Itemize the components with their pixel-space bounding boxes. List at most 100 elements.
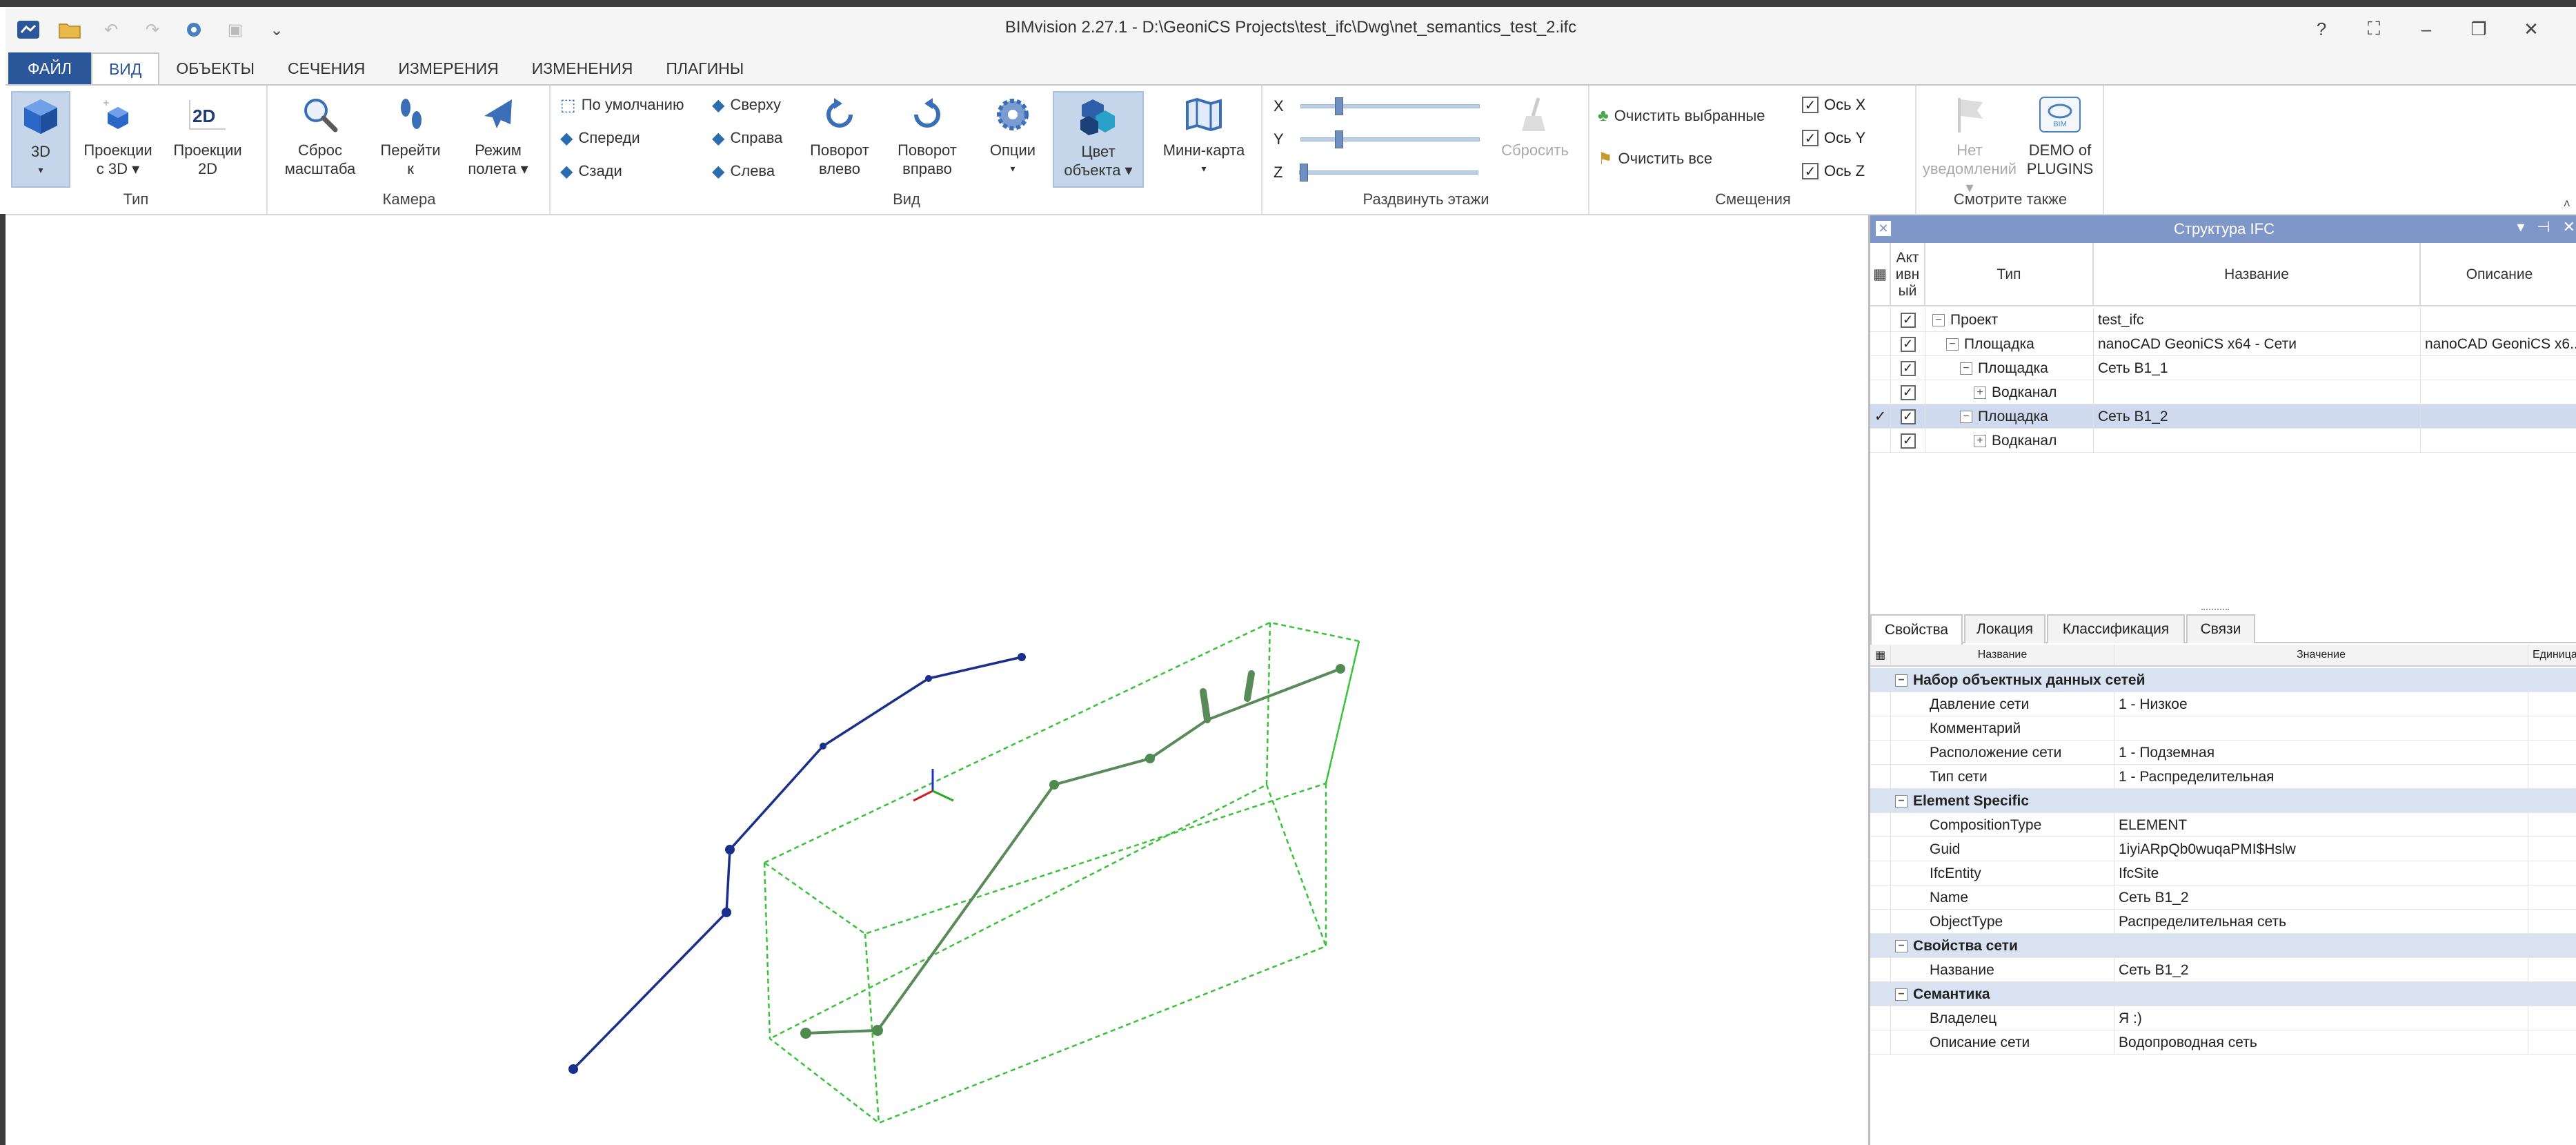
expand-toggle-icon[interactable]: + (1974, 434, 1986, 447)
tab-changes[interactable]: ИЗМЕНЕНИЯ (515, 52, 650, 84)
panel-dropdown-icon[interactable]: ▾ (2517, 218, 2524, 236)
ifc-tree-row[interactable]: ✓ + Водканал (1870, 380, 2576, 404)
expand-toggle-icon[interactable]: + (1974, 386, 1986, 399)
reset-zoom-button[interactable]: Сброс масштаба (277, 91, 363, 178)
slider-z-thumb[interactable] (1300, 164, 1309, 182)
active-checkbox[interactable]: ✓ (1900, 312, 1916, 328)
rotate-right-button[interactable]: Поворот вправо (886, 91, 969, 178)
props-col-unit[interactable]: Единица (2528, 645, 2576, 665)
active-checkbox[interactable]: ✓ (1900, 433, 1916, 449)
projections-2d-button[interactable]: 2D Проекции 2D (167, 91, 248, 178)
property-row[interactable]: ObjectType Распределительная сеть (1870, 910, 2576, 934)
axis-y-checkbox[interactable]: ✓ Ось Y (1802, 124, 1865, 152)
slider-x[interactable]: X (1274, 91, 1480, 121)
view-back-button[interactable]: ◆ Сзади (560, 157, 622, 185)
restore-icon[interactable]: ❐ (2461, 14, 2496, 44)
tab-location[interactable]: Локация (1964, 614, 2045, 643)
clear-all-button[interactable]: ⚑ Очистить все (1598, 145, 1712, 173)
view-front-button[interactable]: ◆ Спереди (560, 124, 640, 152)
property-row[interactable]: Давление сети 1 - Низкое (1870, 692, 2576, 716)
reset-floors-button[interactable]: Сбросить (1493, 91, 1577, 159)
property-row[interactable]: Расположение сети 1 - Подземная (1870, 741, 2576, 765)
slider-y[interactable]: Y (1274, 124, 1480, 155)
network-b1-1-node[interactable] (820, 743, 826, 750)
network-b1-1-node[interactable] (925, 675, 932, 682)
network-b1-2-node[interactable] (1145, 754, 1155, 763)
expand-toggle-icon[interactable]: − (1960, 362, 1972, 375)
props-column-chooser-icon[interactable]: ▦ (1870, 645, 1891, 665)
tab-file[interactable]: ФАЙЛ (8, 52, 91, 84)
panel-autohide-icon[interactable]: ⊣ (2537, 218, 2550, 236)
property-category-row[interactable]: − Семантика (1870, 982, 2576, 1006)
property-row[interactable]: Владелец Я :) (1870, 1006, 2576, 1030)
minimap-button[interactable]: Мини-карта ▾ (1153, 91, 1254, 178)
property-row[interactable]: Тип сети 1 - Распределительная (1870, 765, 2576, 789)
active-checkbox[interactable]: ✓ (1900, 336, 1916, 352)
collapse-toggle-icon[interactable]: − (1895, 674, 1908, 687)
slider-y-thumb[interactable] (1335, 130, 1344, 148)
network-b1-1[interactable] (568, 653, 1026, 1074)
network-b1-1-node[interactable] (568, 1064, 578, 1074)
property-row[interactable]: Комментарий (1870, 716, 2576, 741)
property-category-row[interactable]: − Element Specific (1870, 789, 2576, 813)
axis-x-check[interactable]: ✓ (1802, 97, 1819, 113)
network-b1-2-node[interactable] (1049, 780, 1059, 790)
col-description[interactable]: Описание (2421, 243, 2576, 306)
panel-close-icon[interactable]: ✕ (2563, 218, 2575, 236)
view-3d-button[interactable]: 3D ▾ (11, 91, 70, 188)
expand-toggle-icon[interactable]: − (1946, 337, 1959, 351)
view-top-button[interactable]: ◆ Сверху (712, 91, 781, 119)
tab-measurements[interactable]: ИЗМЕРЕНИЯ (382, 52, 515, 84)
ifc-tree-row[interactable]: ✓ − Проект test_ifc (1870, 308, 2576, 332)
splitter-grip[interactable] (2201, 609, 2229, 610)
view-left-button[interactable]: ◆ Слева (712, 157, 775, 185)
network-b1-2-node[interactable] (872, 1025, 883, 1036)
property-row[interactable]: CompositionType ELEMENT (1870, 813, 2576, 837)
tab-relations[interactable]: Связи (2186, 614, 2255, 643)
view-right-button[interactable]: ◆ Справа (712, 124, 782, 152)
axis-z-checkbox[interactable]: ✓ Ось Z (1802, 157, 1865, 185)
tab-sections[interactable]: СЕЧЕНИЯ (271, 52, 382, 84)
network-b1-1-node[interactable] (722, 908, 731, 917)
props-col-name[interactable]: Название (1891, 645, 2114, 665)
object-color-button[interactable]: Цвет объекта ▾ (1053, 91, 1144, 188)
property-row[interactable]: Guid 1iyiARpQb0wuqaPMI$Hslw (1870, 837, 2576, 861)
view-default-button[interactable]: ⬚ По умолчанию (560, 91, 684, 119)
tab-plugins[interactable]: ПЛАГИНЫ (649, 52, 760, 84)
property-row[interactable]: Название Сеть В1_2 (1870, 958, 2576, 982)
network-b1-1-node[interactable] (725, 845, 735, 854)
property-category-row[interactable]: − Свойства сети (1870, 934, 2576, 958)
slider-x-thumb[interactable] (1335, 97, 1344, 115)
tab-view[interactable]: ВИД (90, 52, 160, 84)
slider-y-track[interactable] (1300, 130, 1480, 148)
help-icon[interactable]: ? (2304, 14, 2339, 44)
collapse-toggle-icon[interactable]: − (1895, 988, 1908, 1001)
3d-viewport[interactable] (6, 215, 1868, 1145)
slider-x-track[interactable] (1300, 97, 1480, 115)
property-row[interactable]: Name Сеть В1_2 (1870, 885, 2576, 910)
minimize-icon[interactable]: – (2409, 14, 2444, 44)
props-col-value[interactable]: Значение (2114, 645, 2528, 665)
tab-properties[interactable]: Свойства (1870, 614, 1963, 645)
panel-pin-icon[interactable]: ✕ (1876, 221, 1891, 236)
active-checkbox[interactable]: ✓ (1900, 384, 1916, 400)
network-b1-2-node[interactable] (1336, 664, 1345, 674)
slider-z[interactable]: Z (1274, 157, 1479, 188)
column-chooser-icon[interactable]: ▦ (1870, 243, 1891, 306)
projections-3d-button[interactable]: Проекции с 3D ▾ (77, 91, 159, 178)
notifications-button[interactable]: Нет уведомлений ▾ (1921, 91, 2019, 197)
property-category-row[interactable]: − Набор объектных данных сетей (1870, 668, 2576, 692)
network-b1-2[interactable] (800, 664, 1345, 1039)
active-checkbox[interactable]: ✓ (1900, 360, 1916, 376)
slider-z-track[interactable] (1299, 164, 1479, 182)
ifc-tree-row[interactable]: ✓ − Площадка nanoCAD GeoniCS x64 - Сети nano… (1870, 332, 2576, 356)
options-button[interactable]: Опции ▾ (980, 91, 1046, 178)
col-active[interactable]: Акт ивн ый (1891, 243, 1925, 306)
ifc-tree-row[interactable]: ✓ + Водканал (1870, 429, 2576, 453)
ifc-tree-row[interactable]: ✓ − Площадка Сеть В1_1 (1870, 356, 2576, 380)
axis-z-check[interactable]: ✓ (1802, 163, 1819, 179)
demo-plugins-button[interactable]: BIM DEMO of PLUGINS (2021, 91, 2099, 178)
collapse-ribbon-icon[interactable]: ˄ (2563, 197, 2570, 211)
tab-classification[interactable]: Классификация (2047, 614, 2185, 643)
collapse-toggle-icon[interactable]: − (1895, 939, 1908, 952)
